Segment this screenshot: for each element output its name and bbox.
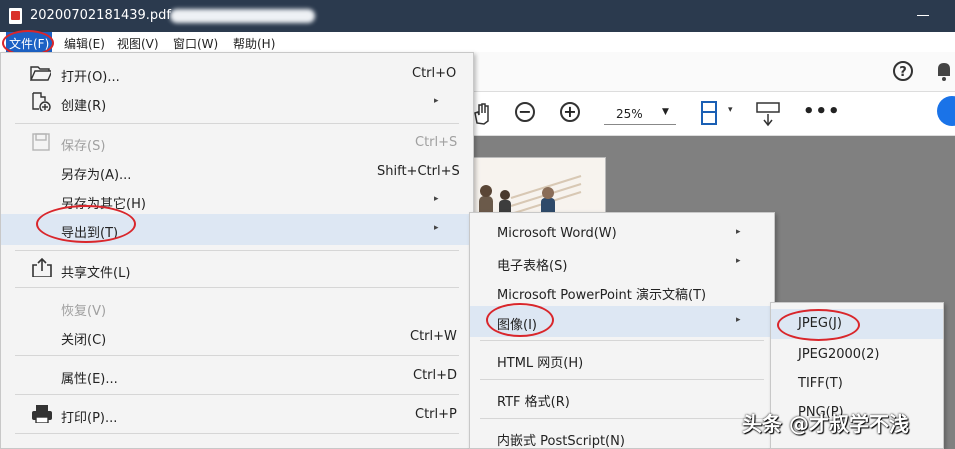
menu-item-print[interactable]: 打印(P)... Ctrl+P (1, 403, 473, 427)
tiff-label: TIFF(T) (798, 376, 843, 391)
pdf-file-icon (9, 8, 22, 24)
printer-icon (32, 405, 52, 423)
menu-item-close[interactable]: 关闭(C) Ctrl+W (1, 325, 473, 349)
menu-item-properties[interactable]: 属性(E)... Ctrl+D (1, 364, 473, 388)
revert-label: 恢复(V) (61, 304, 107, 319)
save-label: 保存(S) (61, 139, 106, 154)
menu-view[interactable]: 视图(V) (117, 35, 159, 52)
jpeg2000-label: JPEG2000(2) (798, 347, 880, 362)
window-title: 20200702181439.pdf - (30, 8, 180, 23)
zoom-in-icon[interactable]: + (560, 102, 580, 122)
submenu-arrow-icon: ▸ (736, 315, 741, 325)
separator (15, 287, 459, 288)
open-folder-icon (29, 66, 51, 81)
html-label: HTML 网页(H) (497, 356, 584, 371)
submenu-arrow-icon: ▸ (736, 227, 741, 237)
export-item-spreadsheet[interactable]: 电子表格(S) ▸ (470, 250, 774, 276)
save-shortcut: Ctrl+S (415, 135, 458, 150)
spreadsheet-label: 电子表格(S) (497, 259, 568, 274)
share-label: 共享文件(L) (61, 266, 131, 281)
properties-shortcut: Ctrl+D (413, 368, 458, 383)
menu-item-revert: 恢复(V) (1, 296, 473, 320)
print-label: 打印(P)... (61, 411, 118, 426)
submenu-arrow-icon: ▸ (434, 223, 439, 233)
more-options-icon[interactable]: ••• (803, 101, 841, 122)
export-item-powerpoint[interactable]: Microsoft PowerPoint 演示文稿(T) (470, 279, 774, 305)
share-icon (32, 257, 52, 277)
annotation-circle-image (486, 303, 554, 337)
hand-tool-icon[interactable] (472, 101, 492, 125)
export-item-html[interactable]: HTML 网页(H) (470, 347, 774, 373)
separator (15, 123, 459, 124)
separator (15, 433, 459, 434)
properties-label: 属性(E)... (61, 372, 118, 387)
menu-item-share[interactable]: 共享文件(L) (1, 256, 473, 282)
menu-window[interactable]: 窗口(W) (173, 35, 218, 52)
print-shortcut: Ctrl+P (415, 407, 457, 422)
minimize-icon[interactable] (917, 15, 929, 16)
separator (480, 418, 764, 419)
title-bar: 20200702181439.pdf - (0, 0, 955, 32)
submenu-arrow-icon: ▸ (736, 256, 741, 266)
submenu-arrow-icon: ▸ (434, 194, 439, 204)
zoom-value: 25% (616, 107, 643, 121)
page-fit-icon[interactable]: ▾ (699, 100, 735, 128)
bell-icon[interactable] (934, 60, 954, 82)
image-item-tiff[interactable]: TIFF(T) (771, 370, 943, 396)
create-pdf-icon (32, 92, 51, 111)
postscript-label: 内嵌式 PostScript(N) (497, 434, 625, 449)
export-item-word[interactable]: Microsoft Word(W) ▸ (470, 221, 774, 247)
menu-bar: 文件(F) 编辑(E) 视图(V) 窗口(W) 帮助(H) (0, 32, 955, 52)
svg-text:?: ? (899, 65, 907, 80)
help-icon[interactable]: ? (892, 60, 914, 82)
svg-text:▾: ▾ (728, 105, 733, 115)
zoom-select[interactable]: 25% ▼ (604, 103, 676, 125)
save-as-label: 另存为(A)... (61, 168, 132, 183)
menu-item-open[interactable]: 打开(O)... Ctrl+O (1, 63, 473, 87)
open-shortcut: Ctrl+O (412, 66, 457, 81)
word-label: Microsoft Word(W) (497, 226, 617, 241)
export-item-postscript[interactable]: 内嵌式 PostScript(N) (470, 425, 774, 449)
image-item-jpeg2000[interactable]: JPEG2000(2) (771, 341, 943, 367)
separator (480, 379, 764, 380)
separator (480, 340, 764, 341)
powerpoint-label: Microsoft PowerPoint 演示文稿(T) (497, 288, 707, 303)
menu-item-save: 保存(S) Ctrl+S (1, 131, 473, 155)
save-as-shortcut: Shift+Ctrl+S (377, 164, 460, 179)
close-label: 关闭(C) (61, 333, 107, 348)
watermark: 头条 @才叔学不浅 (742, 412, 909, 436)
separator (15, 250, 459, 251)
chevron-down-icon: ▼ (662, 107, 669, 117)
save-disk-icon (32, 133, 50, 151)
annotation-circle-export-to (36, 205, 136, 243)
scroll-mode-icon[interactable] (754, 100, 782, 128)
submenu-arrow-icon: ▸ (434, 96, 439, 106)
menu-help[interactable]: 帮助(H) (233, 35, 275, 52)
zoom-out-icon[interactable]: − (515, 102, 535, 122)
rtf-label: RTF 格式(R) (497, 395, 570, 410)
file-menu: 打开(O)... Ctrl+O 创建(R) ▸ 保存(S) Ctrl+S 另存为… (0, 52, 474, 449)
separator (15, 394, 459, 395)
annotation-circle-jpeg (777, 309, 860, 341)
menu-item-create[interactable]: 创建(R) ▸ (1, 91, 473, 115)
separator (15, 355, 459, 356)
page-thumbnail (470, 157, 606, 217)
close-shortcut: Ctrl+W (410, 329, 457, 344)
menu-edit[interactable]: 编辑(E) (64, 35, 105, 52)
redacted-filename (170, 9, 315, 23)
open-label: 打开(O)... (61, 70, 120, 85)
create-label: 创建(R) (61, 99, 107, 114)
menu-item-save-as[interactable]: 另存为(A)... Shift+Ctrl+S (1, 160, 473, 184)
export-item-rtf[interactable]: RTF 格式(R) (470, 386, 774, 412)
